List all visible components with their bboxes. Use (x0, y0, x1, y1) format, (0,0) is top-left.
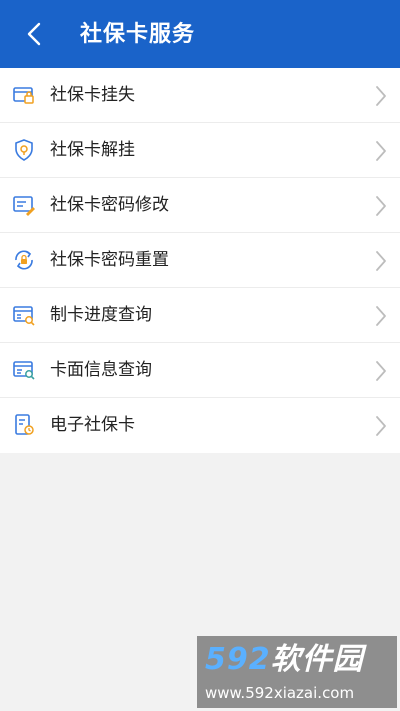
chevron-right-icon (376, 361, 386, 381)
menu-item-label: 电子社保卡 (50, 415, 135, 435)
menu-item-card-loss[interactable]: 社保卡挂失 (0, 68, 400, 123)
chevron-left-icon (27, 22, 41, 46)
menu-item-password-reset[interactable]: 社保卡密码重置 (0, 233, 400, 288)
menu-item-card-info-query[interactable]: 卡面信息查询 (0, 343, 400, 398)
chevron-right-icon (376, 251, 386, 271)
watermark-url: www.592xiazai.com (205, 684, 355, 702)
card-progress-icon (13, 306, 35, 326)
card-lock-icon (13, 87, 34, 104)
menu-item-production-progress[interactable]: 制卡进度查询 (0, 288, 400, 343)
menu-item-label: 制卡进度查询 (50, 305, 152, 325)
menu-item-label: 社保卡解挂 (50, 140, 135, 160)
chevron-right-icon (376, 196, 386, 216)
chevron-right-icon (376, 416, 386, 436)
menu-item-card-unfreeze[interactable]: 社保卡解挂 (0, 123, 400, 178)
menu-item-password-change[interactable]: 社保卡密码修改 (0, 178, 400, 233)
chevron-right-icon (376, 141, 386, 161)
menu-item-label: 社保卡挂失 (50, 85, 135, 105)
ecard-icon (15, 414, 34, 435)
back-button[interactable] (14, 14, 54, 54)
chevron-right-icon (376, 306, 386, 326)
card-edit-icon (13, 196, 35, 216)
page-title: 社保卡服务 (80, 22, 196, 47)
menu-item-label: 社保卡密码重置 (50, 250, 169, 270)
watermark-number: 592 (205, 642, 271, 677)
chevron-right-icon (376, 86, 386, 106)
lock-reset-icon (15, 250, 33, 270)
menu-item-label: 社保卡密码修改 (50, 195, 169, 215)
menu-item-label: 卡面信息查询 (50, 360, 152, 380)
service-menu-list: 社保卡挂失 社保卡解挂 社保卡密码修改 社保卡密码重置 制卡进度查询 卡面信息查… (0, 68, 400, 453)
site-watermark: 592软件园 www.592xiazai.com (197, 636, 397, 708)
card-search-icon (13, 361, 35, 380)
watermark-brand: 软件园 (270, 642, 364, 677)
app-header: 社保卡服务 (0, 0, 400, 68)
watermark-logo: 592软件园 (205, 640, 364, 680)
menu-item-electronic-card[interactable]: 电子社保卡 (0, 398, 400, 453)
shield-unlock-icon (15, 139, 33, 161)
